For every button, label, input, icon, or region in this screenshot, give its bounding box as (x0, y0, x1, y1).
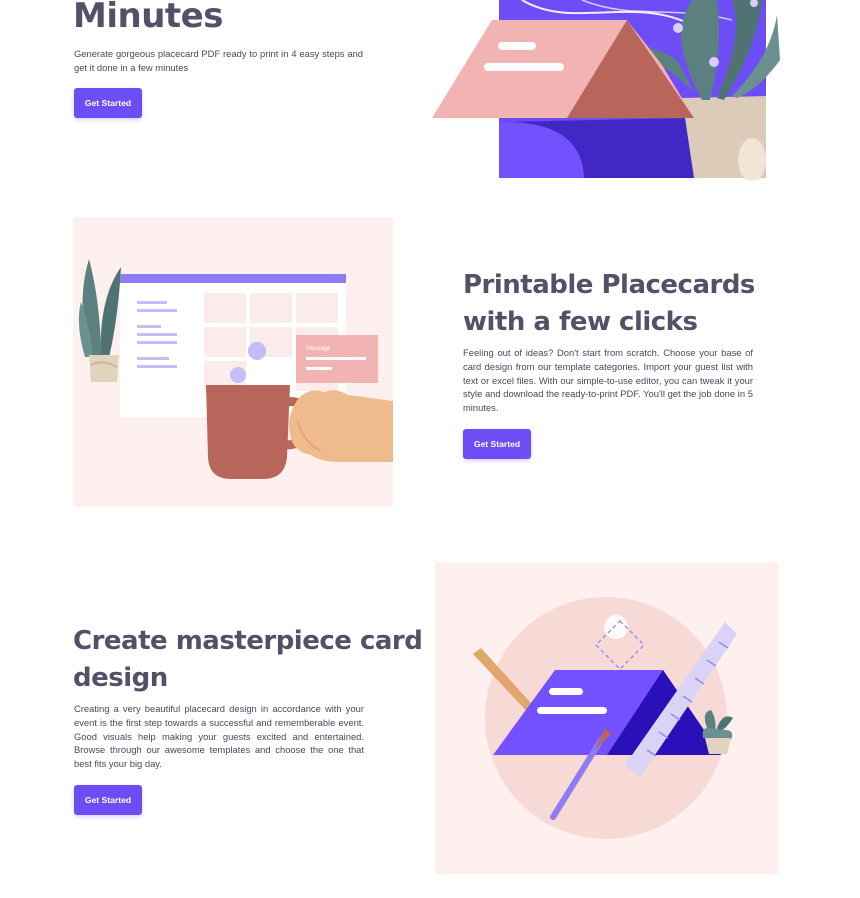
section-design-description: Creating a very beautiful placecard desi… (74, 703, 364, 770)
section-design-title-line2: design (73, 663, 168, 693)
hero-get-started-button[interactable]: Get Started (74, 88, 142, 118)
envelope-plant-illustration (432, 0, 780, 180)
message-card-label: Message (306, 346, 331, 352)
section-printable-title-line2: with a few clicks (463, 307, 698, 337)
section-printable-title-line1: Printable Placecards (463, 270, 755, 300)
hero-title: Minutes (73, 0, 223, 36)
card-pencil-ruler-illustration (435, 562, 779, 874)
coffee-mug-calendar-illustration: Message (73, 217, 393, 507)
section-printable-description: Feeling out of ideas? Don't start from s… (463, 347, 753, 414)
section-design-get-started-button[interactable]: Get Started (74, 785, 142, 815)
section-design-title-line1: Create masterpiece card (73, 626, 423, 656)
hero-description: Generate gorgeous placecard PDF ready to… (74, 48, 363, 73)
section-printable-get-started-button[interactable]: Get Started (463, 429, 531, 459)
